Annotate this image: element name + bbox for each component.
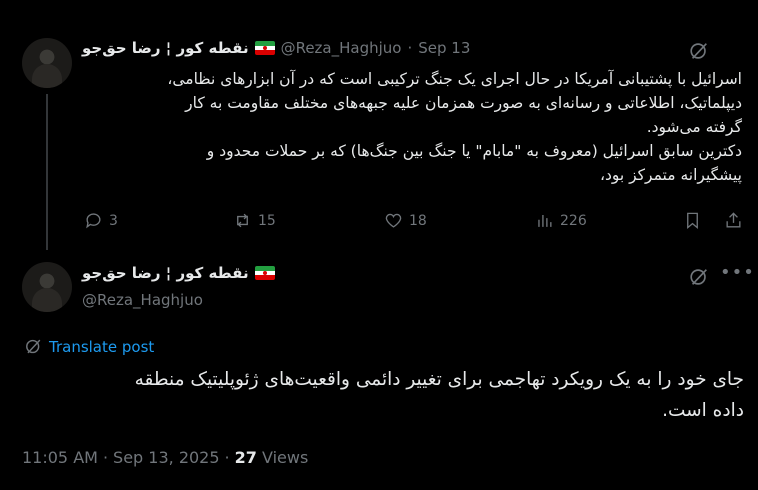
more-icon[interactable]: ••• [720,262,755,283]
body-line: داده است. [662,400,744,421]
tweet1-body: اسرائیل با پشتیبانی آمریکا در حال اجرای … [80,67,742,187]
avatar[interactable] [22,262,72,312]
user-handle[interactable]: @Reza_Haghjuo [281,39,402,57]
post-date[interactable]: Sep 13 [418,39,470,57]
views-count: 27 [234,448,257,467]
separator: · [224,448,230,467]
body-line: دیپلماتیک، اطلاعاتی و رسانه‌ای به صورت ه… [185,94,742,112]
post-full-date[interactable]: Sep 13, 2025 [113,448,220,467]
view-count: 226 [560,212,587,229]
reply-icon [86,213,101,229]
thread-connector-line [46,94,48,250]
translate-label: Translate post [49,337,155,356]
repost-button[interactable]: 15 [233,211,276,230]
bookmark-button[interactable] [683,211,702,230]
body-line: دکترین سابق اسرائیل (معروف به "مابام" یا… [206,142,742,160]
analytics-icon [538,214,552,227]
reply-count: 3 [109,212,118,229]
tweet2-header: نقطه کور ¦ رضا حق‌جو [82,264,275,282]
translate-post-link[interactable]: Translate post [24,337,154,356]
display-name[interactable]: نقطه کور ¦ رضا حق‌جو [82,264,249,282]
like-count: 18 [409,212,427,229]
separator: · [407,39,413,57]
body-line: جای خود را به یک رویکرد تهاجمی برای تغیی… [134,369,744,390]
tweet1-header: نقطه کور ¦ رضا حق‌جو @Reza_Haghjuo · Sep… [82,39,470,57]
body-line: پیشگیرانه متمرکز بود، [599,166,742,184]
user-handle[interactable]: @Reza_Haghjuo [82,291,203,309]
grok-icon[interactable] [688,40,710,62]
reply-button[interactable]: 3 [84,211,118,230]
repost-icon [237,213,248,228]
separator: · [102,448,109,467]
grok-icon[interactable] [688,266,710,288]
heart-icon [385,213,402,228]
translate-icon [26,339,41,354]
views-label: Views [262,448,309,467]
iran-flag-icon [254,266,275,280]
share-icon [726,212,741,228]
post-time[interactable]: 11:05 AM [22,448,98,467]
post-metadata: 11:05 AM · Sep 13, 2025 · 27 Views [22,448,308,467]
like-button[interactable]: 18 [384,211,427,230]
avatar[interactable] [22,38,72,88]
bookmark-icon [687,212,698,230]
views-button[interactable]: 226 [535,211,587,230]
repost-count: 15 [258,212,276,229]
body-line: گرفته می‌شود. [646,118,742,136]
iran-flag-icon [254,41,275,55]
share-button[interactable] [724,211,743,230]
body-line: اسرائیل با پشتیبانی آمریکا در حال اجرای … [167,70,742,88]
tweet2-body: جای خود را به یک رویکرد تهاجمی برای تغیی… [44,364,744,426]
display-name[interactable]: نقطه کور ¦ رضا حق‌جو [82,39,249,57]
